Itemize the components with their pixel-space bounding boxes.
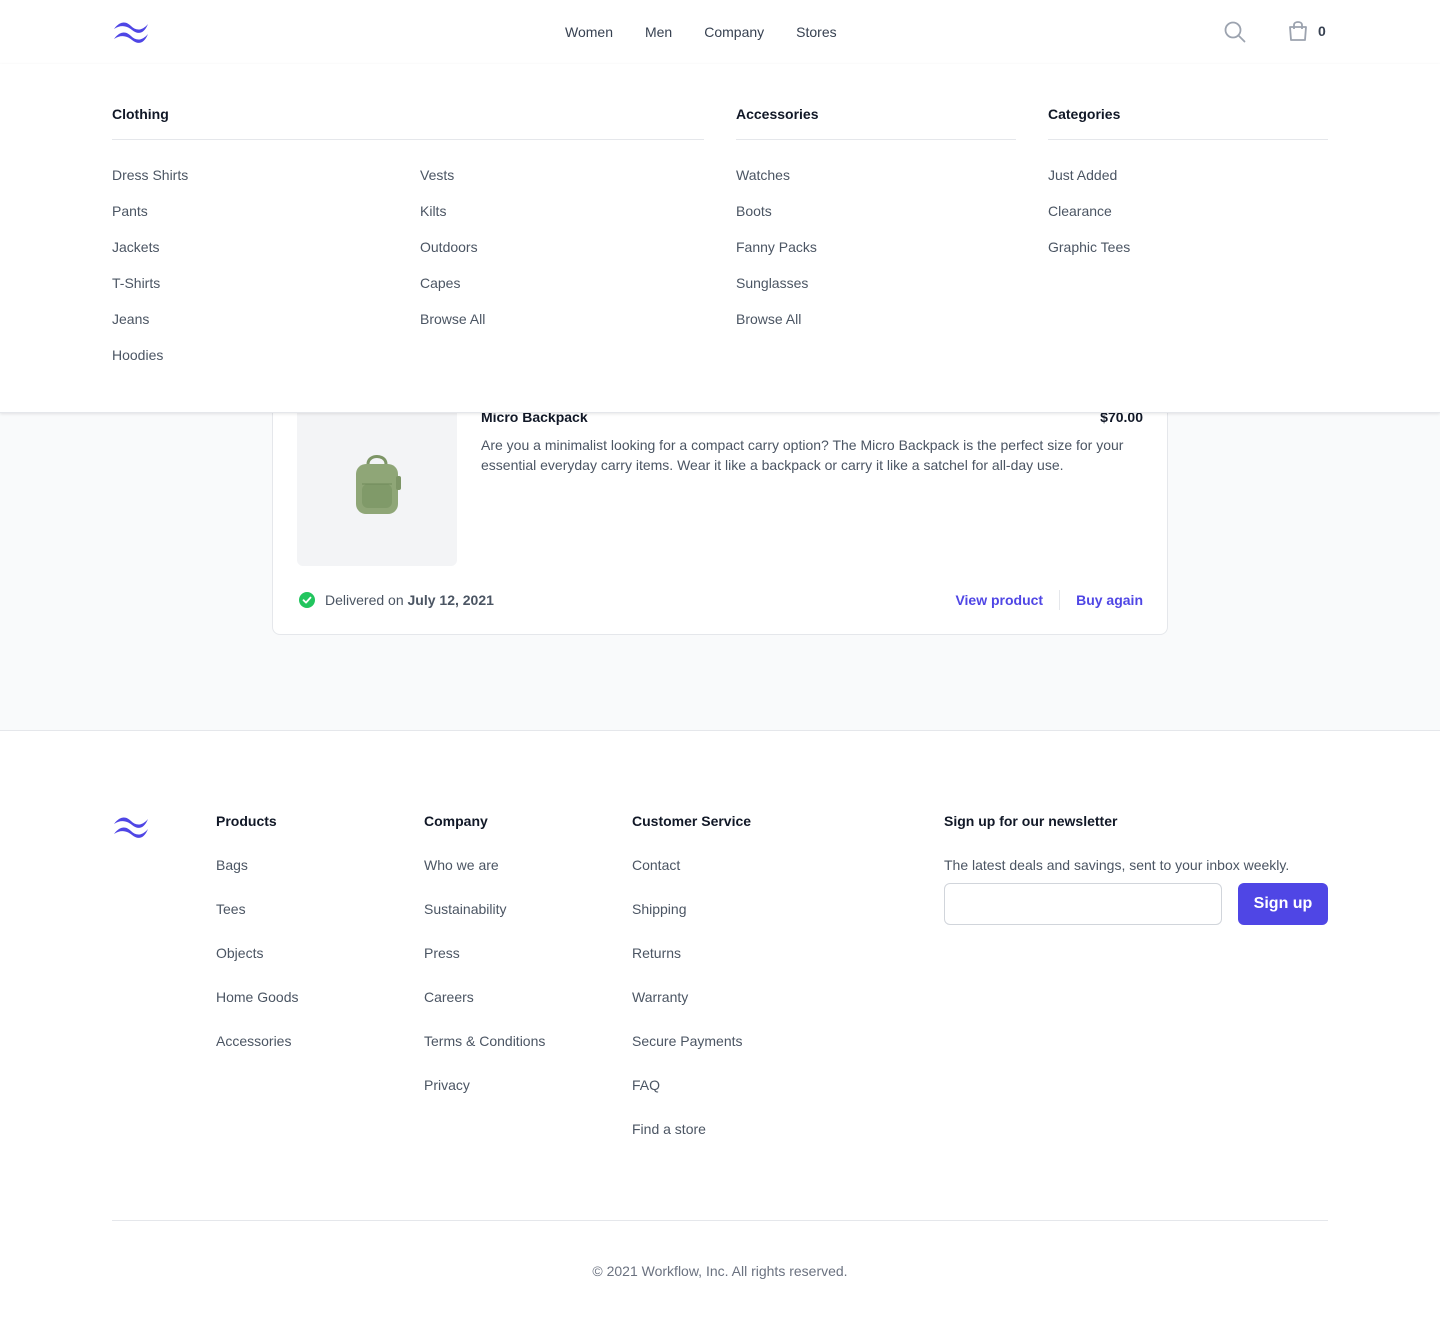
footer-wave-logo-icon[interactable] xyxy=(112,815,150,839)
footer-link[interactable]: Find a store xyxy=(632,1121,751,1165)
categories-section: Categories xyxy=(1048,106,1328,140)
menu-link[interactable]: Fanny Packs xyxy=(736,238,817,274)
categories-links: Just Added Clearance Graphic Tees xyxy=(1048,166,1130,274)
status-prefix: Delivered on xyxy=(325,592,408,608)
cart-button[interactable]: 0 xyxy=(1288,20,1326,42)
menu-link[interactable]: Graphic Tees xyxy=(1048,238,1130,274)
nav-stores[interactable]: Stores xyxy=(796,24,836,40)
cart-count: 0 xyxy=(1318,23,1326,39)
backpack-icon xyxy=(356,454,401,514)
footer-link[interactable]: Tees xyxy=(216,901,298,945)
accessories-links: Watches Boots Fanny Packs Sunglasses Bro… xyxy=(736,166,817,346)
menu-link[interactable]: Browse All xyxy=(420,310,485,346)
clothing-section: Clothing xyxy=(112,106,704,140)
footer-link[interactable]: Careers xyxy=(424,989,545,1033)
delivery-status: Delivered on July 12, 2021 xyxy=(299,592,494,608)
shopping-bag-icon xyxy=(1289,21,1307,41)
status-date: July 12, 2021 xyxy=(407,592,494,608)
search-icon[interactable] xyxy=(1224,21,1246,43)
clothing-links-col2: Vests Kilts Outdoors Capes Browse All xyxy=(420,166,485,346)
menu-link[interactable]: Capes xyxy=(420,274,485,310)
footer-link[interactable]: Secure Payments xyxy=(632,1033,751,1077)
footer-customer-service: Customer Service Contact Shipping Return… xyxy=(632,813,751,1165)
menu-link[interactable]: Jeans xyxy=(112,310,188,346)
footer-company-heading: Company xyxy=(424,813,488,829)
footer-link[interactable]: Who we are xyxy=(424,857,545,901)
accessories-section: Accessories xyxy=(736,106,1016,140)
menu-link[interactable]: Just Added xyxy=(1048,166,1130,202)
menu-link[interactable]: Boots xyxy=(736,202,817,238)
footer-products-heading: Products xyxy=(216,813,277,829)
nav-men[interactable]: Men xyxy=(645,24,672,40)
footer-link[interactable]: Press xyxy=(424,945,545,989)
card-actions: View product Buy again xyxy=(955,590,1143,610)
footer-link[interactable]: Warranty xyxy=(632,989,751,1033)
menu-link[interactable]: Outdoors xyxy=(420,238,485,274)
footer-link[interactable]: Returns xyxy=(632,945,751,989)
menu-link[interactable]: Vests xyxy=(420,166,485,202)
product-description: Are you a minimalist looking for a compa… xyxy=(481,437,1124,473)
menu-link[interactable]: Dress Shirts xyxy=(112,166,188,202)
footer-link[interactable]: Objects xyxy=(216,945,298,989)
copyright-text: © 2021 Workflow, Inc. All rights reserve… xyxy=(592,1263,848,1279)
menu-link[interactable]: Watches xyxy=(736,166,817,202)
sign-up-button[interactable]: Sign up xyxy=(1238,883,1328,925)
footer-link[interactable]: Shipping xyxy=(632,901,751,945)
nav-women[interactable]: Women xyxy=(565,24,613,40)
wave-logo-icon[interactable] xyxy=(112,20,150,44)
nav-company[interactable]: Company xyxy=(704,24,764,40)
divider xyxy=(1059,590,1061,610)
categories-heading: Categories xyxy=(1048,106,1328,140)
buy-again-link[interactable]: Buy again xyxy=(1076,592,1143,608)
menu-link[interactable]: Kilts xyxy=(420,202,485,238)
footer-link[interactable]: FAQ xyxy=(632,1077,751,1121)
mega-menu-flyout: Clothing Dress Shirts Pants Jackets T-Sh… xyxy=(0,64,1440,413)
footer-link[interactable]: Bags xyxy=(216,857,298,901)
footer-products: Products Bags Tees Objects Home Goods Ac… xyxy=(216,813,298,1077)
footer-link[interactable]: Contact xyxy=(632,857,751,901)
newsletter-email-input[interactable] xyxy=(944,883,1222,925)
footer-link[interactable]: Sustainability xyxy=(424,901,545,945)
newsletter-heading: Sign up for our newsletter xyxy=(944,813,1118,829)
menu-link[interactable]: Jackets xyxy=(112,238,188,274)
menu-link[interactable]: T-Shirts xyxy=(112,274,188,310)
menu-link[interactable]: Browse All xyxy=(736,310,817,346)
menu-link[interactable]: Sunglasses xyxy=(736,274,817,310)
menu-link[interactable]: Hoodies xyxy=(112,346,188,382)
footer-link[interactable]: Terms & Conditions xyxy=(424,1033,545,1077)
product-image[interactable] xyxy=(297,401,457,566)
view-product-link[interactable]: View product xyxy=(955,592,1043,608)
footer-company: Company Who we are Sustainability Press … xyxy=(424,813,545,1121)
menu-link[interactable]: Pants xyxy=(112,202,188,238)
newsletter-signup: Sign up for our newsletter The latest de… xyxy=(944,813,1328,925)
accessories-heading: Accessories xyxy=(736,106,1016,140)
clothing-links-col1: Dress Shirts Pants Jackets T-Shirts Jean… xyxy=(112,166,188,382)
footer-divider xyxy=(112,1220,1328,1221)
menu-link[interactable]: Clearance xyxy=(1048,202,1130,238)
footer-link[interactable]: Privacy xyxy=(424,1077,545,1121)
check-circle-icon xyxy=(299,592,315,608)
site-header: Women Men Company Stores 0 xyxy=(0,0,1440,64)
clothing-heading: Clothing xyxy=(112,106,704,140)
main-nav: Women Men Company Stores xyxy=(565,0,837,64)
footer-link[interactable]: Home Goods xyxy=(216,989,298,1033)
footer-link[interactable]: Accessories xyxy=(216,1033,298,1077)
newsletter-description: The latest deals and savings, sent to yo… xyxy=(944,857,1290,873)
footer-service-heading: Customer Service xyxy=(632,813,752,829)
